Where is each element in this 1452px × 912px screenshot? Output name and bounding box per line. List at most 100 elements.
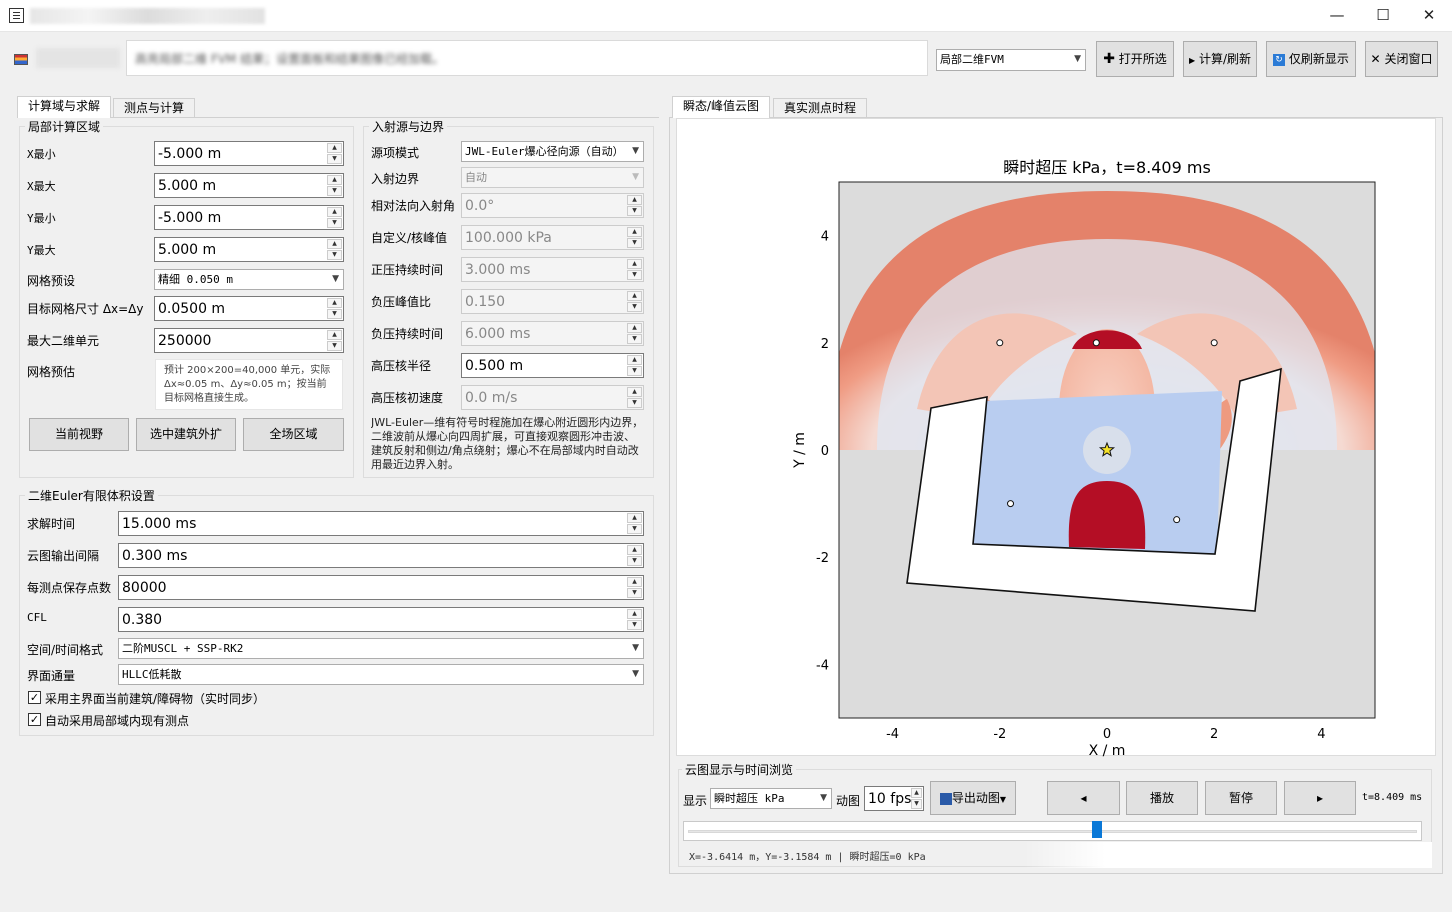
pause-button[interactable]: 暂停 bbox=[1205, 781, 1277, 815]
spin-up-icon[interactable]: ▲ bbox=[627, 195, 642, 205]
auto-probes-checkbox[interactable]: ✓ bbox=[28, 713, 41, 726]
spin-down-icon[interactable]: ▼ bbox=[627, 206, 642, 216]
spin-down-icon[interactable]: ▼ bbox=[627, 620, 642, 630]
info-text: 高亮局部二维 FVM 结果；设置面板和结果图像已经加载。 bbox=[135, 52, 445, 66]
slider-thumb[interactable] bbox=[1091, 821, 1102, 838]
max-cells-value: 250000 bbox=[158, 333, 212, 349]
spin-up-icon[interactable]: ▲ bbox=[327, 175, 342, 185]
xmin-input[interactable]: -5.000 m ▲ ▼ bbox=[154, 141, 344, 166]
tab-probes[interactable]: 测点与计算 bbox=[113, 98, 196, 118]
ymax-input[interactable]: 5.000 m ▲ ▼ bbox=[154, 237, 344, 262]
x-ticks: -4 -2 0 2 4 bbox=[886, 727, 1325, 742]
core-radius-label: 高压核半径 bbox=[371, 359, 432, 373]
prev-frame-button[interactable]: ◂ bbox=[1047, 781, 1120, 815]
spin-up-icon[interactable]: ▲ bbox=[627, 259, 642, 269]
window-title-blurred bbox=[30, 8, 265, 24]
source-mode-value: JWL-Euler爆心径向源（自动） bbox=[465, 145, 624, 158]
fps-input[interactable]: 10 fps ▲ ▼ bbox=[864, 786, 924, 811]
spin-down-icon[interactable]: ▼ bbox=[627, 238, 642, 248]
chevron-down-icon: ▼ bbox=[632, 172, 639, 182]
spin-up-icon[interactable]: ▲ bbox=[627, 227, 642, 237]
flux-select[interactable]: HLLC低耗散 ▼ bbox=[118, 664, 644, 685]
spin-up-icon[interactable]: ▲ bbox=[627, 609, 642, 619]
core-radius-input[interactable]: 0.500 m ▲ ▼ bbox=[461, 353, 644, 378]
cfl-input[interactable]: 0.380 ▲ ▼ bbox=[118, 607, 644, 632]
minimize-button[interactable]: — bbox=[1314, 0, 1360, 32]
spin-down-icon[interactable]: ▼ bbox=[627, 366, 642, 376]
refresh-display-button[interactable]: ↻ 仅刷新显示 bbox=[1266, 41, 1356, 77]
boundary-select[interactable]: 自动 ▼ bbox=[461, 167, 644, 188]
sync-buildings-checkbox[interactable]: ✓ bbox=[28, 691, 41, 704]
spin-up-icon[interactable]: ▲ bbox=[627, 577, 642, 587]
mode-select[interactable]: 局部二维FVM ▼ bbox=[936, 49, 1086, 71]
target-size-input[interactable]: 0.0500 m ▲ ▼ bbox=[154, 296, 344, 321]
spin-down-icon[interactable]: ▼ bbox=[327, 154, 342, 164]
max-cells-input[interactable]: 250000 ▲ ▼ bbox=[154, 328, 344, 353]
time-slider[interactable] bbox=[683, 821, 1422, 841]
refresh-icon: ↻ bbox=[1273, 53, 1286, 66]
chevron-down-icon: ▼ bbox=[820, 793, 827, 803]
scheme-select[interactable]: 二阶MUSCL + SSP-RK2 ▼ bbox=[118, 638, 644, 659]
play-button[interactable]: 播放 bbox=[1126, 781, 1198, 815]
spin-up-icon[interactable]: ▲ bbox=[327, 207, 342, 217]
spin-down-icon[interactable]: ▼ bbox=[627, 270, 642, 280]
compute-button[interactable]: ▶ 计算/刷新 bbox=[1183, 41, 1257, 77]
source-note: JWL-Euler—维有符号时程施加在爆心附近圆形内边界，二维波前从爆心向四周扩… bbox=[371, 416, 644, 471]
export-gif-button[interactable]: 导出动图▼ bbox=[930, 781, 1016, 815]
spin-up-icon[interactable]: ▲ bbox=[627, 513, 642, 523]
spin-up-icon[interactable]: ▲ bbox=[627, 355, 642, 365]
next-frame-button[interactable]: ▸ bbox=[1284, 781, 1356, 815]
tab-domain-solve[interactable]: 计算域与求解 bbox=[17, 96, 112, 118]
spin-down-icon[interactable]: ▼ bbox=[327, 309, 342, 319]
spin-down-icon[interactable]: ▼ bbox=[327, 186, 342, 196]
spin-down-icon[interactable]: ▼ bbox=[327, 250, 342, 260]
spin-down-icon[interactable]: ▼ bbox=[627, 588, 642, 598]
pos-duration-input[interactable]: 3.000 ms ▲ ▼ bbox=[461, 257, 644, 282]
solve-time-input[interactable]: 15.000 ms ▲ ▼ bbox=[118, 511, 644, 536]
spin-up-icon[interactable]: ▲ bbox=[327, 143, 342, 153]
spin-down-icon[interactable]: ▼ bbox=[327, 218, 342, 228]
spin-up-icon[interactable]: ▲ bbox=[627, 323, 642, 333]
header-title-blurred bbox=[36, 48, 120, 68]
spin-down-icon[interactable]: ▼ bbox=[627, 524, 642, 534]
neg-duration-input[interactable]: 6.000 ms ▲ ▼ bbox=[461, 321, 644, 346]
chevron-down-icon: ▼ bbox=[632, 146, 639, 156]
angle-input[interactable]: 0.0° ▲ ▼ bbox=[461, 193, 644, 218]
spin-down-icon[interactable]: ▼ bbox=[627, 556, 642, 566]
spin-up-icon[interactable]: ▲ bbox=[627, 291, 642, 301]
mesh-preset-select[interactable]: 精细 0.050 m ▼ bbox=[154, 269, 344, 290]
points-input[interactable]: 80000 ▲ ▼ bbox=[118, 575, 644, 600]
spin-up-icon[interactable]: ▲ bbox=[327, 239, 342, 249]
spin-down-icon[interactable]: ▼ bbox=[627, 334, 642, 344]
full-region-button[interactable]: 全场区域 bbox=[243, 418, 344, 451]
xmax-input[interactable]: 5.000 m ▲ ▼ bbox=[154, 173, 344, 198]
neg-ratio-input[interactable]: 0.150 ▲ ▼ bbox=[461, 289, 644, 314]
spin-up-icon[interactable]: ▲ bbox=[327, 330, 342, 340]
source-mode-select[interactable]: JWL-Euler爆心径向源（自动） ▼ bbox=[461, 141, 644, 162]
spin-up-icon[interactable]: ▲ bbox=[327, 298, 342, 308]
spin-up-icon[interactable]: ▲ bbox=[627, 387, 642, 397]
open-selected-button[interactable]: ✚ 打开所选 bbox=[1096, 41, 1174, 77]
current-view-button[interactable]: 当前视野 bbox=[29, 418, 129, 451]
spin-down-icon[interactable]: ▼ bbox=[627, 398, 642, 408]
play-icon: ▶ bbox=[1188, 56, 1196, 65]
auto-probes-label: 自动采用局部域内现有测点 bbox=[45, 714, 190, 728]
spin-down-icon[interactable]: ▼ bbox=[627, 302, 642, 312]
close-window-button[interactable]: ✕ bbox=[1406, 0, 1452, 32]
maximize-button[interactable]: ☐ bbox=[1360, 0, 1406, 32]
ymin-input[interactable]: -5.000 m ▲ ▼ bbox=[154, 205, 344, 230]
tab-probe-history[interactable]: 真实测点时程 bbox=[773, 98, 868, 118]
tab-contour[interactable]: 瞬态/峰值云图 bbox=[672, 96, 771, 118]
peak-input[interactable]: 100.000 kPa ▲ ▼ bbox=[461, 225, 644, 250]
max-cells-label: 最大二维单元 bbox=[27, 334, 100, 348]
spin-down-icon[interactable]: ▼ bbox=[327, 341, 342, 351]
close-panel-button[interactable]: ✕ 关闭窗口 bbox=[1365, 41, 1438, 77]
core-velocity-input[interactable]: 0.0 m/s ▲ ▼ bbox=[461, 385, 644, 410]
probe-marker bbox=[996, 339, 1004, 347]
spin-up-icon[interactable]: ▲ bbox=[911, 788, 922, 798]
display-select[interactable]: 瞬时超压 kPa ▼ bbox=[710, 788, 832, 809]
spin-down-icon[interactable]: ▼ bbox=[911, 799, 922, 809]
output-interval-input[interactable]: 0.300 ms ▲ ▼ bbox=[118, 543, 644, 568]
spin-up-icon[interactable]: ▲ bbox=[627, 545, 642, 555]
building-expand-button[interactable]: 选中建筑外扩 bbox=[136, 418, 236, 451]
